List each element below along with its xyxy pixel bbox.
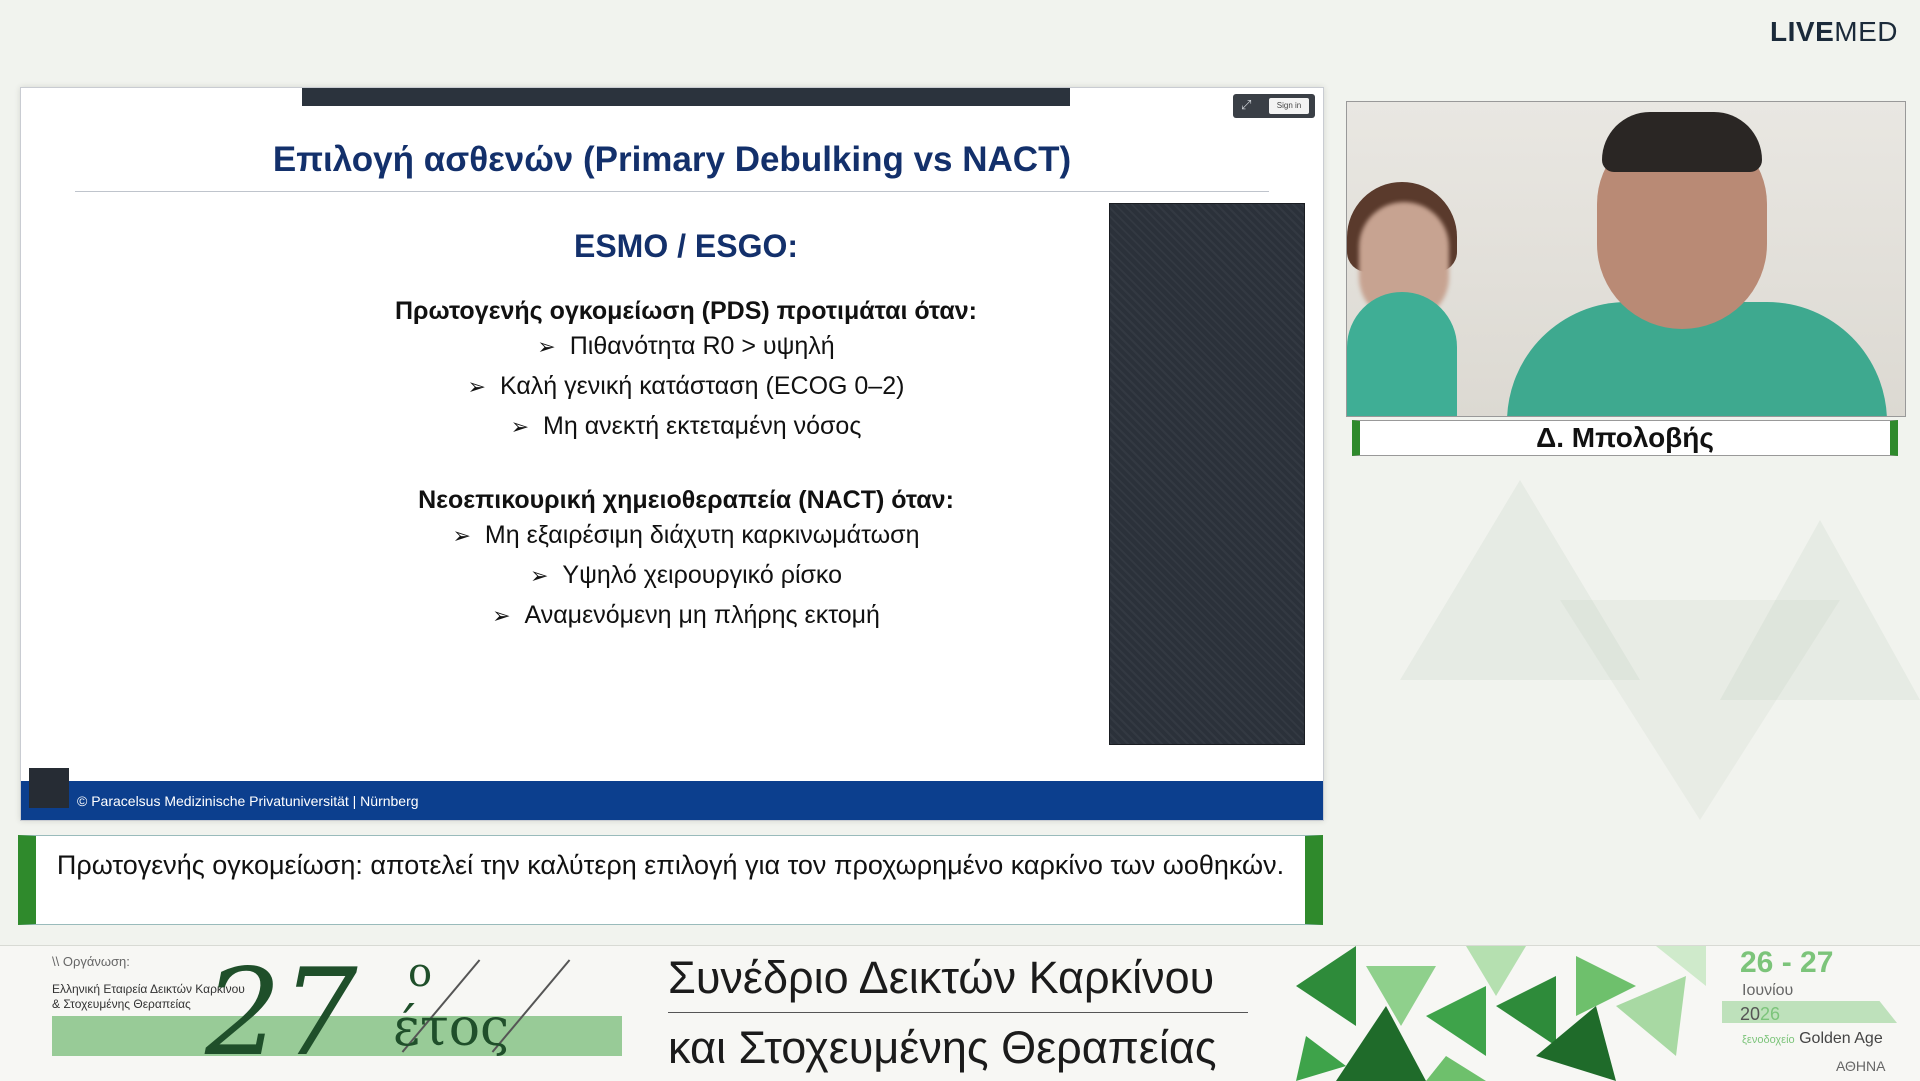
edition-number: 27 (205, 945, 358, 1081)
person-figure (1602, 112, 1762, 172)
arrow-bullet-icon: ➢ (492, 603, 511, 628)
edition-word: έτος (393, 998, 510, 1058)
venue: ξενοδοχείο Golden Age (1742, 1030, 1883, 1047)
arrow-bullet-icon: ➢ (467, 374, 486, 399)
event-year: 2026 (1740, 1004, 1781, 1024)
footer-text: © Paracelsus Medizinische Privatuniversi… (77, 793, 419, 809)
background-pattern (1720, 520, 1920, 700)
conference-title-line2: και Στοχευμένης Θεραπείας (668, 1022, 1217, 1073)
slide-title: Επιλογή ασθενών (Primary Debulking vs NA… (272, 140, 1072, 179)
slide-footer: © Paracelsus Medizinische Privatuniversi… (21, 781, 1323, 820)
conference-title-line1: Συνέδριο Δεικτών Καρκίνου (668, 952, 1215, 1003)
sign-in-button[interactable]: Sign in (1269, 98, 1309, 114)
event-month: Ιουνίου (1742, 982, 1794, 999)
event-city: ΑΘΗΝΑ (1836, 1058, 1886, 1074)
speaker-video (1346, 101, 1906, 417)
triangle-pattern-graphic (1296, 946, 1706, 1081)
arrow-bullet-icon: ➢ (529, 563, 549, 588)
brand-part-med: MED (1834, 16, 1898, 47)
event-days: 26 - 27 (1740, 946, 1834, 979)
brand-part-live: LIVE (1770, 16, 1835, 47)
person-figure (1347, 292, 1457, 416)
viewer-controls: ⤢ Sign in (1233, 94, 1315, 118)
caption-text: Πρωτογενής ογκομείωση: αποτελεί την καλύ… (56, 850, 1285, 880)
edition-superscript: ο (408, 950, 433, 996)
expand-icon[interactable]: ⤢ (1241, 97, 1251, 113)
footer-logo (29, 768, 69, 808)
speaker-nameplate: Δ. Μπολοβής (1352, 420, 1898, 456)
organizer-label: \\ Οργάνωση: (52, 954, 130, 969)
title-divider (668, 1012, 1248, 1013)
presentation-slide: ⤢ Sign in Επιλογή ασθενών (Primary Debul… (20, 87, 1324, 821)
subtitle-caption: Πρωτογενής ογκομείωση: αποτελεί την καλύ… (18, 835, 1323, 925)
slide-top-bar (302, 88, 1070, 106)
conference-banner: \\ Οργάνωση: Ελληνική Εταιρεία Δεικτών Κ… (0, 945, 1920, 1081)
title-divider (75, 191, 1269, 192)
arrow-bullet-icon: ➢ (510, 414, 530, 439)
arrow-bullet-icon: ➢ (537, 334, 556, 359)
brand-logo: LIVEMED (1770, 16, 1898, 48)
speaker-name: Δ. Μπολοβής (1536, 422, 1714, 453)
slide-side-panel (1109, 203, 1305, 745)
arrow-bullet-icon: ➢ (452, 523, 471, 548)
